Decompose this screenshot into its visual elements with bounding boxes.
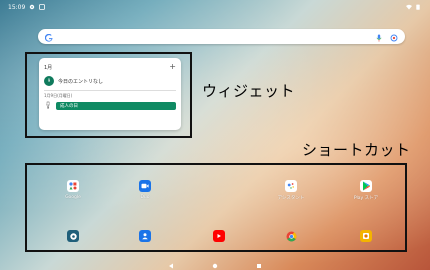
holiday-event-chip[interactable]: 成人の日: [56, 102, 176, 110]
widget-annotation-label: ウィジェット: [202, 82, 296, 100]
wifi-icon: [406, 4, 412, 10]
today-entry-text: 今日のエントリなし: [58, 78, 104, 85]
recents-icon[interactable]: [256, 254, 262, 270]
calendar-widget[interactable]: 1月 + 9 今日のエントリなし 1月9日(月曜日) 月 9 成人の日: [39, 58, 181, 130]
widget-month: 1月: [44, 64, 53, 71]
today-day: 9: [47, 78, 51, 83]
app-duo[interactable]: Duo: [120, 180, 170, 204]
status-bar: 15:09: [0, 0, 430, 14]
app-label: アシスタント: [277, 196, 305, 201]
app-label: Play ストア: [353, 196, 379, 201]
widget-divider: [44, 90, 176, 91]
duo-icon: [139, 180, 151, 192]
app-google-folder[interactable]: Google: [48, 180, 98, 204]
google-logo: [44, 27, 53, 46]
today-row[interactable]: 9 今日のエントリなし: [44, 74, 176, 88]
chrome-icon: [285, 230, 297, 242]
app-settings[interactable]: [48, 230, 98, 254]
app-contacts[interactable]: [120, 230, 170, 254]
app-label: Duo: [140, 195, 150, 200]
google-folder-icon: [67, 180, 79, 192]
battery-icon: [416, 4, 422, 10]
app-youtube[interactable]: [194, 230, 244, 254]
widget-header: 1月 +: [44, 62, 176, 72]
play-store-icon: [360, 180, 372, 192]
lens-icon[interactable]: [390, 27, 398, 46]
app-label: Google: [65, 195, 81, 200]
holiday-row[interactable]: 月 9 成人の日: [44, 100, 176, 112]
settings-icon: [39, 4, 46, 10]
gear-icon: [29, 4, 35, 10]
status-right: [406, 4, 422, 10]
home-icon[interactable]: [212, 254, 218, 270]
photos-icon: [360, 230, 372, 242]
status-time: 15:09: [8, 3, 26, 11]
back-icon[interactable]: [168, 254, 174, 270]
navigation-bar: [0, 256, 430, 270]
today-badge: 9: [44, 76, 54, 86]
app-photos[interactable]: [341, 230, 391, 254]
search-bar[interactable]: [38, 29, 405, 44]
mic-icon[interactable]: [376, 27, 382, 46]
shortcut-annotation-label: ショートカット: [302, 141, 411, 159]
add-event-button[interactable]: +: [169, 63, 176, 71]
status-left: 15:09: [8, 3, 46, 11]
contacts-icon: [139, 230, 151, 242]
app-assistant[interactable]: アシスタント: [266, 180, 316, 204]
holiday-daynum: 9: [46, 105, 50, 110]
settings-icon: [67, 230, 79, 242]
holiday-day: 月 9: [44, 102, 52, 110]
app-chrome[interactable]: [266, 230, 316, 254]
assistant-icon: [285, 180, 297, 192]
youtube-icon: [213, 230, 225, 242]
holiday-date: 1月9日(月曜日): [44, 93, 73, 98]
app-play-store[interactable]: Play ストア: [341, 180, 391, 204]
search-actions: [376, 27, 398, 46]
